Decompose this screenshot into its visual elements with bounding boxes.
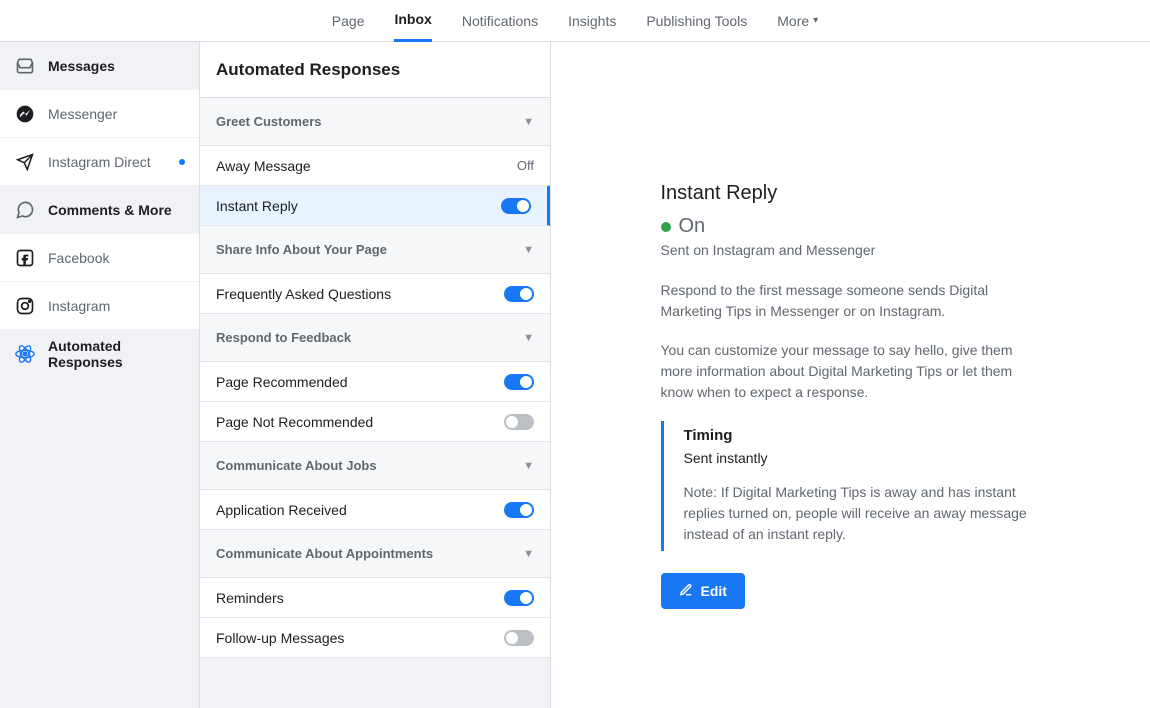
section-share-label: Share Info About Your Page (216, 242, 387, 257)
option-page-not-recommended[interactable]: Page Not Recommended (200, 402, 550, 442)
option-reminders-label: Reminders (216, 590, 284, 606)
chevron-down-icon: ▼ (523, 116, 534, 128)
option-followup-label: Follow-up Messages (216, 630, 344, 646)
chevron-down-icon: ▼ (523, 244, 534, 256)
atom-icon (14, 343, 36, 365)
instagram-icon (14, 295, 36, 317)
sidebar-item-facebook[interactable]: Facebook (0, 234, 199, 282)
detail-title: Instant Reply (661, 182, 1041, 205)
detail-panel: Instant Reply On Sent on Instagram and M… (551, 42, 1150, 708)
tab-notifications[interactable]: Notifications (462, 0, 538, 42)
sidebar-item-instagram[interactable]: Instagram (0, 282, 199, 330)
timing-card: Timing Sent instantly Note: If Digital M… (661, 421, 1041, 551)
toggle-page-not-recommended[interactable] (504, 414, 534, 430)
sidebar-instagram-direct-label: Instagram Direct (48, 154, 151, 170)
chevron-down-icon: ▼ (523, 460, 534, 472)
toggle-faq[interactable] (504, 286, 534, 302)
option-page-recommended[interactable]: Page Recommended (200, 362, 550, 402)
sidebar-header-comments[interactable]: Comments & More (0, 186, 199, 234)
section-feedback-label: Respond to Feedback (216, 330, 351, 345)
top-nav-inner: Page Inbox Notifications Insights Publis… (332, 0, 818, 42)
toggle-page-recommended[interactable] (504, 374, 534, 390)
sidebar-automated-label: Automated Responses (48, 338, 185, 370)
sidebar-messenger-label: Messenger (48, 106, 117, 122)
tab-publishing-tools[interactable]: Publishing Tools (646, 0, 747, 42)
status-row: On (661, 215, 1041, 238)
section-respond-feedback[interactable]: Respond to Feedback ▼ (200, 314, 550, 362)
comment-icon (14, 199, 36, 221)
edit-button[interactable]: Edit (661, 573, 745, 609)
pencil-icon (679, 583, 693, 600)
option-away-status: Off (517, 158, 534, 173)
option-page-rec-label: Page Recommended (216, 374, 348, 390)
tab-inbox[interactable]: Inbox (394, 0, 431, 42)
sidebar-facebook-label: Facebook (48, 250, 109, 266)
option-application-received[interactable]: Application Received (200, 490, 550, 530)
tab-page[interactable]: Page (332, 0, 365, 42)
sidebar-item-messenger[interactable]: Messenger (0, 90, 199, 138)
tab-more[interactable]: More ▾ (777, 0, 818, 42)
sidebar: Messages Messenger Instagram Direct Comm… (0, 42, 200, 708)
facebook-icon (14, 247, 36, 269)
sidebar-item-automated-responses[interactable]: Automated Responses (0, 330, 199, 378)
detail-inner: Instant Reply On Sent on Instagram and M… (661, 182, 1041, 708)
detail-subtitle: Sent on Instagram and Messenger (661, 242, 1041, 258)
chevron-down-icon: ▼ (523, 548, 534, 560)
section-communicate-appointments[interactable]: Communicate About Appointments ▼ (200, 530, 550, 578)
toggle-application-received[interactable] (504, 502, 534, 518)
option-page-not-rec-label: Page Not Recommended (216, 414, 373, 430)
caret-down-icon: ▾ (813, 15, 818, 26)
detail-para-1: Respond to the first message someone sen… (661, 280, 1041, 322)
timing-title: Timing (684, 427, 1041, 444)
edit-button-label: Edit (701, 583, 727, 599)
tab-more-label: More (777, 13, 809, 29)
unread-dot-icon (179, 159, 185, 165)
status-dot-icon (661, 222, 671, 232)
sidebar-item-instagram-direct[interactable]: Instagram Direct (0, 138, 199, 186)
option-app-received-label: Application Received (216, 502, 347, 518)
sidebar-messages-label: Messages (48, 58, 115, 74)
tab-insights[interactable]: Insights (568, 0, 616, 42)
section-appointments-label: Communicate About Appointments (216, 546, 433, 561)
timing-note: Note: If Digital Marketing Tips is away … (684, 482, 1041, 545)
option-away-label: Away Message (216, 158, 311, 174)
sidebar-header-messages[interactable]: Messages (0, 42, 199, 90)
chevron-down-icon: ▼ (523, 332, 534, 344)
toggle-followup-messages[interactable] (504, 630, 534, 646)
section-communicate-jobs[interactable]: Communicate About Jobs ▼ (200, 442, 550, 490)
detail-para-2: You can customize your message to say he… (661, 340, 1041, 403)
option-away-message[interactable]: Away Message Off (200, 146, 550, 186)
section-jobs-label: Communicate About Jobs (216, 458, 377, 473)
option-faq[interactable]: Frequently Asked Questions (200, 274, 550, 314)
section-greet-customers[interactable]: Greet Customers ▼ (200, 98, 550, 146)
option-faq-label: Frequently Asked Questions (216, 286, 391, 302)
sidebar-instagram-label: Instagram (48, 298, 110, 314)
inbox-icon (14, 55, 36, 77)
section-share-info[interactable]: Share Info About Your Page ▼ (200, 226, 550, 274)
top-nav: Page Inbox Notifications Insights Publis… (0, 0, 1150, 42)
option-reminders[interactable]: Reminders (200, 578, 550, 618)
timing-sent: Sent instantly (684, 450, 1041, 466)
messenger-icon (14, 103, 36, 125)
panel-title: Automated Responses (200, 42, 550, 98)
option-instant-reply[interactable]: Instant Reply (200, 186, 550, 226)
option-instant-label: Instant Reply (216, 198, 298, 214)
sidebar-comments-label: Comments & More (48, 202, 172, 218)
toggle-instant-reply[interactable] (501, 198, 531, 214)
toggle-reminders[interactable] (504, 590, 534, 606)
section-greet-label: Greet Customers (216, 114, 321, 129)
option-followup-messages[interactable]: Follow-up Messages (200, 618, 550, 658)
paper-plane-icon (14, 151, 36, 173)
status-text: On (679, 215, 706, 238)
automated-responses-panel: Automated Responses Greet Customers ▼ Aw… (200, 42, 551, 708)
